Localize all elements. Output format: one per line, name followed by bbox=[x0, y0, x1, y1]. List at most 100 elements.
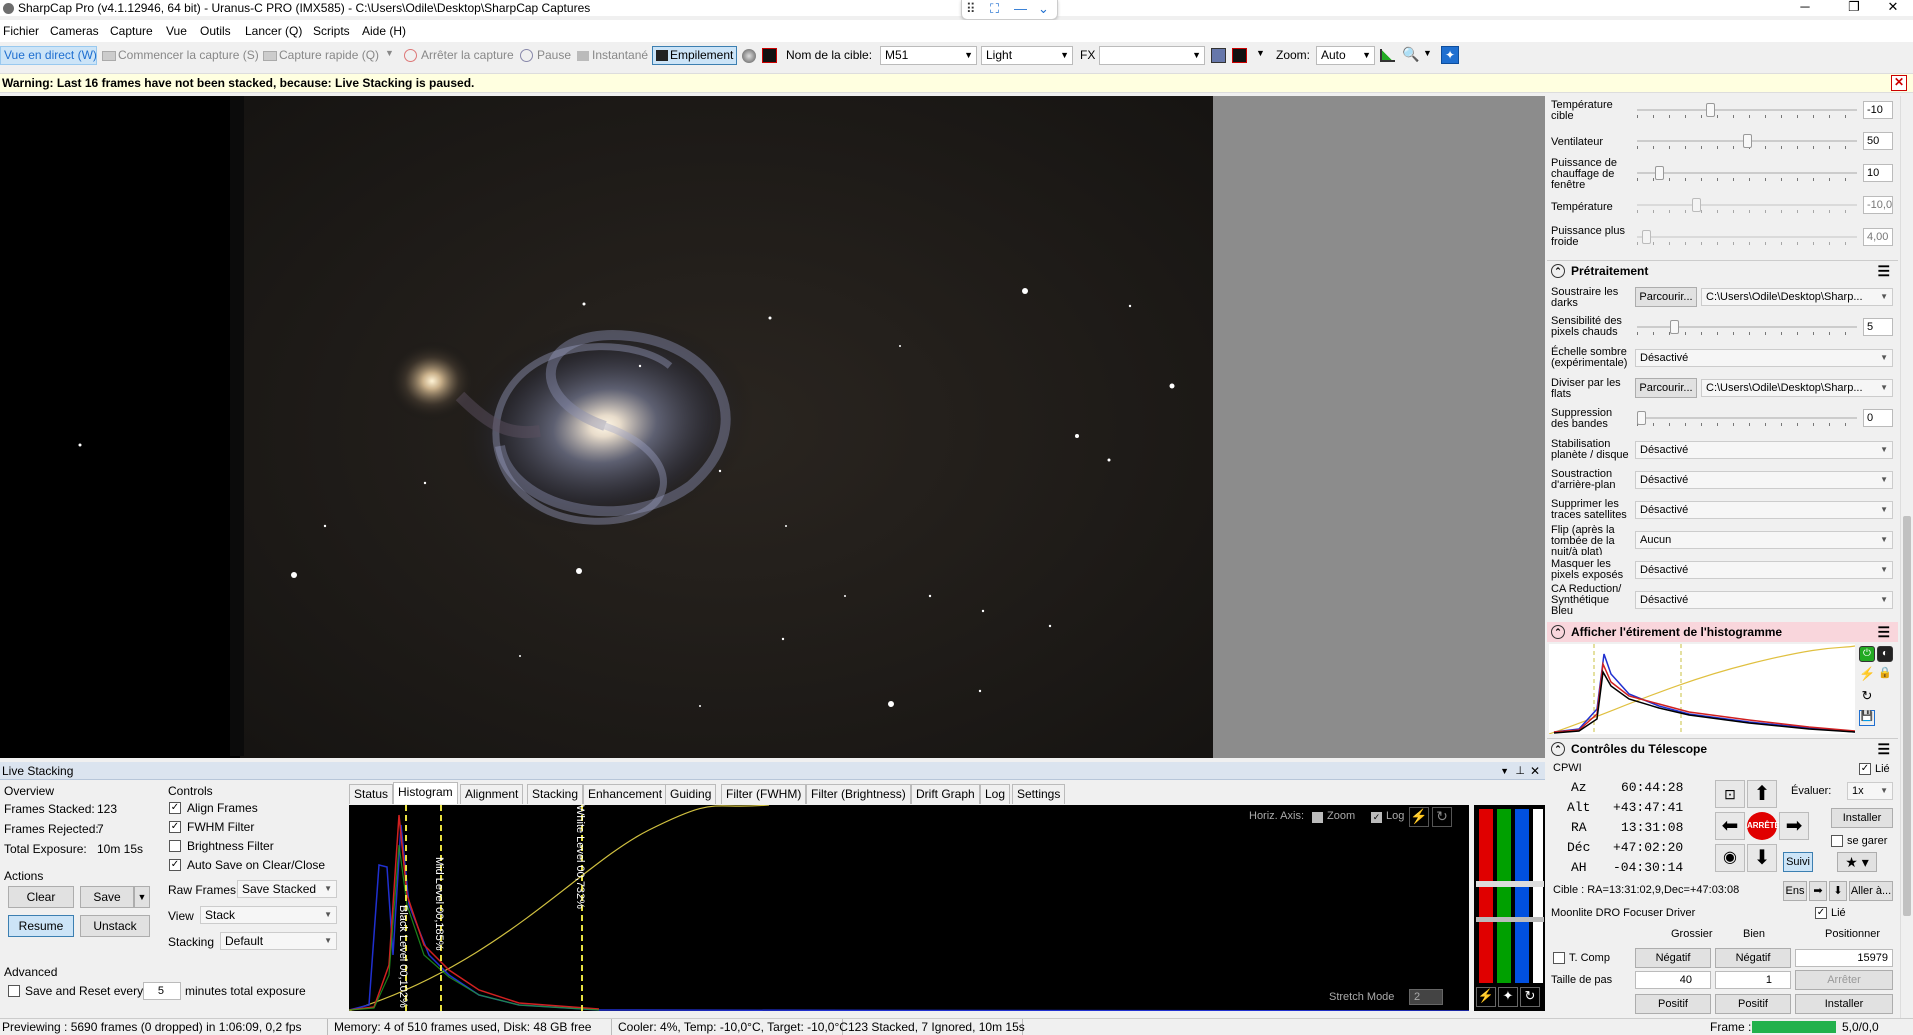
auto-save-checkbox[interactable]: ✓ bbox=[169, 859, 181, 871]
fan-value[interactable]: 50 bbox=[1863, 132, 1893, 150]
mount-install-button[interactable]: Installer bbox=[1831, 808, 1893, 828]
save-reset-checkbox[interactable] bbox=[8, 985, 20, 997]
coarse-positive-button[interactable]: Positif bbox=[1635, 994, 1711, 1014]
save-reset-minutes-input[interactable]: 5 bbox=[143, 982, 181, 1000]
lightning-icon[interactable]: ⚡ bbox=[1409, 807, 1429, 827]
focuser-position-value[interactable]: 15979 bbox=[1795, 949, 1893, 967]
live-view-button[interactable]: Vue en direct (W) bbox=[4, 48, 97, 62]
dark-scale-select[interactable]: Désactivé ▼ bbox=[1635, 349, 1893, 367]
right-panel-scrollbar[interactable] bbox=[1900, 96, 1913, 1018]
focuser-linked-checkbox[interactable]: ✓ bbox=[1815, 907, 1827, 919]
lock-icon[interactable]: 🔒 bbox=[1877, 666, 1893, 682]
arrow-right-icon[interactable]: ➡ bbox=[1809, 881, 1827, 901]
star-icon[interactable]: ✦ bbox=[1498, 987, 1518, 1007]
tab-enhancement[interactable]: Enhancement bbox=[583, 784, 668, 804]
dark-frame-icon[interactable] bbox=[762, 48, 777, 63]
east-arrow-button[interactable]: ➡ bbox=[1779, 812, 1809, 840]
image-viewer[interactable] bbox=[0, 96, 1545, 758]
target-icon[interactable]: ◉ bbox=[1715, 844, 1745, 872]
warning-close-button[interactable]: ✕ bbox=[1891, 75, 1907, 91]
power-icon[interactable]: ⏻ bbox=[1859, 646, 1875, 662]
home-icon[interactable]: ⊡ bbox=[1715, 780, 1745, 808]
reset-icon[interactable]: ↻ bbox=[1859, 688, 1875, 704]
mid-level-handle[interactable] bbox=[1476, 881, 1544, 887]
focuser-stop-button[interactable]: Arrêter bbox=[1795, 970, 1893, 990]
fullscreen-icon[interactable]: ⛶ bbox=[990, 1, 999, 17]
maximize-button[interactable]: ❐ bbox=[1834, 0, 1874, 16]
pin-icon[interactable]: ⊥ bbox=[1515, 762, 1525, 780]
reticle-icon[interactable] bbox=[1232, 48, 1247, 63]
save-icon[interactable]: 💾 bbox=[1859, 710, 1875, 726]
tracking-button[interactable]: Suivi bbox=[1783, 852, 1813, 872]
favorites-star-icon[interactable]: ★ ▾ bbox=[1837, 852, 1877, 872]
zoom-checkbox[interactable] bbox=[1312, 812, 1323, 823]
minus-icon[interactable]: — bbox=[1014, 1, 1027, 16]
stabilization-select[interactable]: Désactivé ▼ bbox=[1635, 441, 1893, 459]
slider-thumb[interactable] bbox=[1670, 320, 1680, 334]
lightning-icon[interactable]: ⚡ bbox=[1859, 666, 1875, 682]
fan-slider[interactable] bbox=[1637, 134, 1857, 149]
target-name-select[interactable]: M51 ▼ bbox=[880, 46, 977, 65]
telescope-icon[interactable]: ✦ bbox=[1441, 46, 1459, 64]
color-balance-icon[interactable] bbox=[1211, 48, 1226, 63]
menu-tools[interactable]: Outils bbox=[200, 24, 231, 38]
auto-stretch-icon[interactable]: ⚡ bbox=[1476, 987, 1496, 1007]
sphere-icon[interactable] bbox=[742, 49, 756, 63]
ca-select[interactable]: Désactivé ▼ bbox=[1635, 591, 1893, 609]
coarse-negative-button[interactable]: Négatif bbox=[1635, 948, 1711, 968]
west-arrow-button[interactable]: ⬅ bbox=[1715, 812, 1745, 840]
brightness-filter-checkbox[interactable] bbox=[169, 840, 181, 852]
menu-file[interactable]: Fichier bbox=[3, 24, 39, 38]
level-sliders[interactable]: ⚡ ✦ ↻ bbox=[1474, 805, 1545, 1011]
preprocessing-header[interactable]: ⌃ Prétraitement ☰ bbox=[1547, 260, 1898, 280]
histogram-icon[interactable] bbox=[1380, 49, 1395, 62]
slider-thumb[interactable] bbox=[1641, 230, 1651, 244]
target-temp-slider[interactable] bbox=[1637, 103, 1857, 118]
collapse-icon[interactable]: ⌃ bbox=[1551, 742, 1565, 756]
north-arrow-button[interactable]: ⬆ bbox=[1747, 780, 1777, 808]
fx-select[interactable]: ▼ bbox=[1099, 46, 1205, 65]
rate-select[interactable]: 1x ▼ bbox=[1847, 782, 1893, 800]
reset-icon[interactable]: ↻ bbox=[1432, 807, 1452, 827]
flats-path-select[interactable]: C:\Users\Odile\Desktop\Sharp... ▼ bbox=[1701, 379, 1893, 397]
stacking-mode-select[interactable]: Default ▼ bbox=[220, 932, 337, 950]
save-button[interactable]: Save bbox=[80, 886, 134, 908]
flip-select[interactable]: Aucun ▼ bbox=[1635, 531, 1893, 549]
tab-guiding[interactable]: Guiding bbox=[665, 784, 717, 804]
quick-capture-dropdown-icon[interactable]: ▼ bbox=[385, 48, 394, 58]
menu-run[interactable]: Lancer (Q) bbox=[245, 24, 302, 38]
heater-value[interactable]: 10 bbox=[1863, 164, 1893, 182]
menu-icon[interactable]: ☰ bbox=[1877, 622, 1890, 642]
stop-capture-button[interactable]: Arrêter la capture bbox=[421, 48, 514, 62]
tab-status[interactable]: Status bbox=[349, 784, 394, 804]
slider-thumb[interactable] bbox=[1655, 166, 1664, 180]
collapse-icon[interactable]: ⌃ bbox=[1551, 264, 1565, 278]
heater-slider[interactable] bbox=[1637, 166, 1857, 181]
park-checkbox[interactable] bbox=[1831, 835, 1843, 847]
reset-icon[interactable]: ↻ bbox=[1520, 987, 1540, 1007]
fwhm-filter-checkbox[interactable]: ✓ bbox=[169, 821, 181, 833]
align-frames-checkbox[interactable]: ✓ bbox=[169, 802, 181, 814]
flats-browse-button[interactable]: Parcourir... bbox=[1635, 378, 1697, 398]
reticle-dropdown-icon[interactable]: ▼ bbox=[1256, 48, 1265, 58]
tab-alignment[interactable]: Alignment bbox=[460, 784, 524, 804]
tab-log[interactable]: Log bbox=[980, 784, 1011, 804]
stacking-button[interactable]: Empilement bbox=[670, 48, 733, 62]
menu-icon[interactable]: ☰ bbox=[1877, 261, 1890, 281]
stretch-histogram[interactable] bbox=[1549, 644, 1855, 734]
stack-histogram[interactable]: Black Level 00,102% Mid Level 00,185% Wh… bbox=[349, 805, 1469, 1011]
dropdown-icon[interactable]: ▼ bbox=[1500, 762, 1509, 780]
save-dropdown-icon[interactable]: ▼ bbox=[134, 886, 150, 908]
tcomp-checkbox[interactable] bbox=[1553, 952, 1565, 964]
stretch-mode-stepper[interactable]: 2 bbox=[1409, 989, 1443, 1005]
tab-filter-fwhm[interactable]: Filter (FWHM) bbox=[721, 784, 807, 804]
black-level-handle[interactable] bbox=[1476, 917, 1544, 922]
banding-slider[interactable] bbox=[1637, 411, 1857, 426]
menu-view[interactable]: Vue bbox=[166, 24, 187, 38]
menu-icon[interactable]: ☰ bbox=[1877, 739, 1890, 759]
resume-button[interactable]: Resume bbox=[8, 915, 74, 937]
slider-thumb[interactable] bbox=[1637, 411, 1646, 425]
start-capture-button[interactable]: Commencer la capture (S) bbox=[118, 48, 259, 62]
tab-settings[interactable]: Settings bbox=[1012, 784, 1066, 804]
step-coarse-input[interactable]: 40 bbox=[1635, 971, 1711, 989]
